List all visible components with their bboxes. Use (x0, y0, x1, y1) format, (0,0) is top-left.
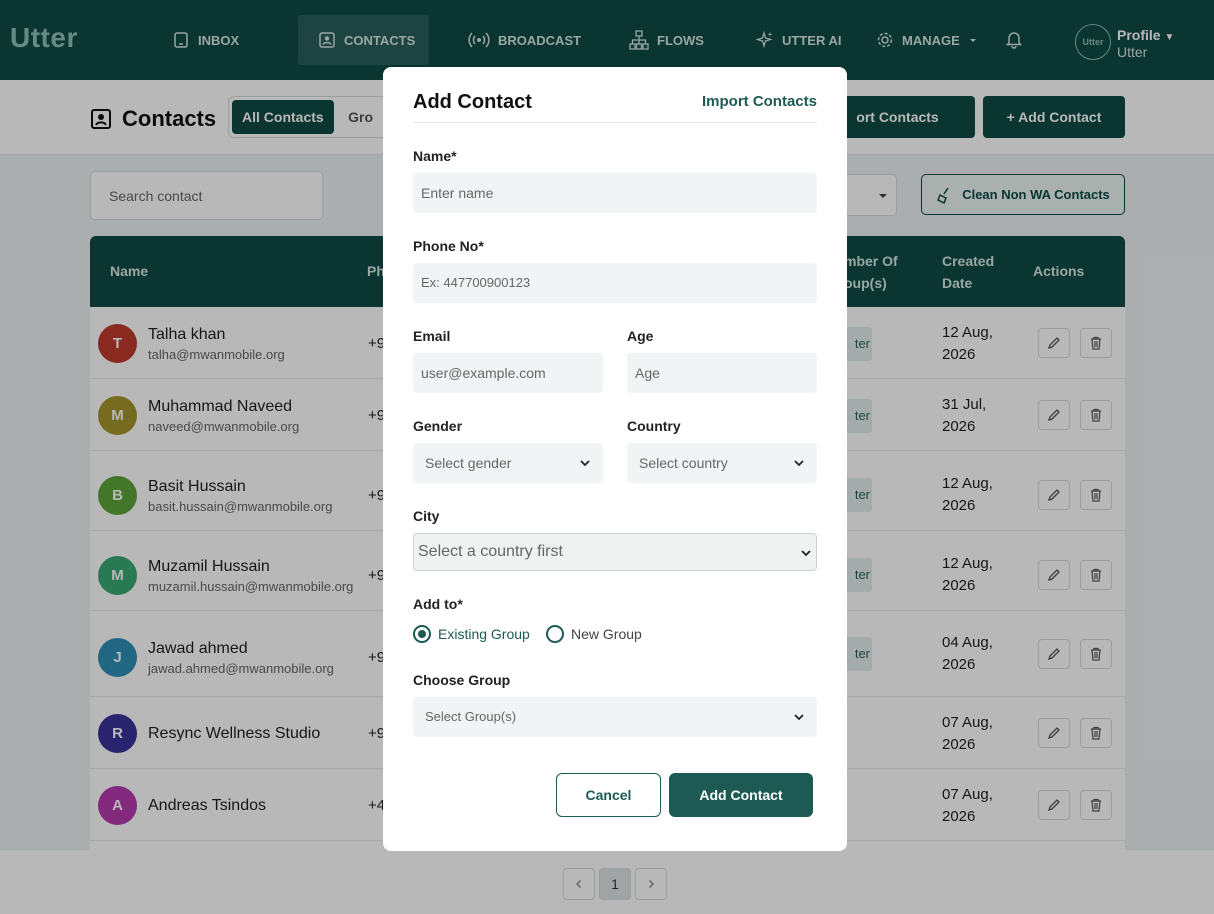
country-select[interactable]: Select country (627, 443, 817, 483)
cancel-button[interactable]: Cancel (556, 773, 661, 817)
chevron-down-icon (793, 711, 805, 723)
city-select[interactable]: Select a country first (413, 533, 817, 571)
city-label: City (413, 508, 440, 524)
phone-input[interactable]: Ex: 447700900123 (413, 263, 817, 303)
existing-group-label: Existing Group (438, 626, 530, 642)
new-group-radio[interactable]: New Group (546, 625, 642, 643)
gender-select-value: Select gender (425, 455, 512, 471)
modal-divider (413, 122, 817, 123)
group-select-value: Select Group(s) (425, 709, 517, 724)
chevron-down-icon (793, 457, 805, 469)
radio-checked-icon (413, 625, 431, 643)
email-label: Email (413, 328, 451, 344)
age-input[interactable]: Age (627, 353, 817, 393)
radio-unchecked-icon (546, 625, 564, 643)
add-to-label: Add to* (413, 596, 463, 612)
add-contact-modal: Add Contact Import Contacts Name* Enter … (383, 67, 847, 851)
existing-group-radio[interactable]: Existing Group (413, 625, 530, 643)
submit-add-contact-button[interactable]: Add Contact (669, 773, 813, 817)
city-select-value: Select a country first (418, 543, 563, 560)
phone-label: Phone No* (413, 238, 484, 254)
import-contacts-link[interactable]: Import Contacts (702, 93, 817, 110)
modal-title: Add Contact (413, 91, 532, 113)
new-group-label: New Group (571, 626, 642, 642)
choose-group-label: Choose Group (413, 672, 511, 688)
gender-label: Gender (413, 418, 463, 434)
chevron-down-icon (579, 457, 591, 469)
country-select-value: Select country (639, 455, 728, 471)
chevron-down-icon (800, 547, 812, 559)
age-label: Age (627, 328, 654, 344)
country-label: Country (627, 418, 681, 434)
email-input[interactable]: user@example.com (413, 353, 603, 393)
group-select[interactable]: Select Group(s) (413, 697, 817, 737)
gender-select[interactable]: Select gender (413, 443, 603, 483)
name-input[interactable]: Enter name (413, 173, 817, 213)
name-label: Name* (413, 148, 457, 164)
